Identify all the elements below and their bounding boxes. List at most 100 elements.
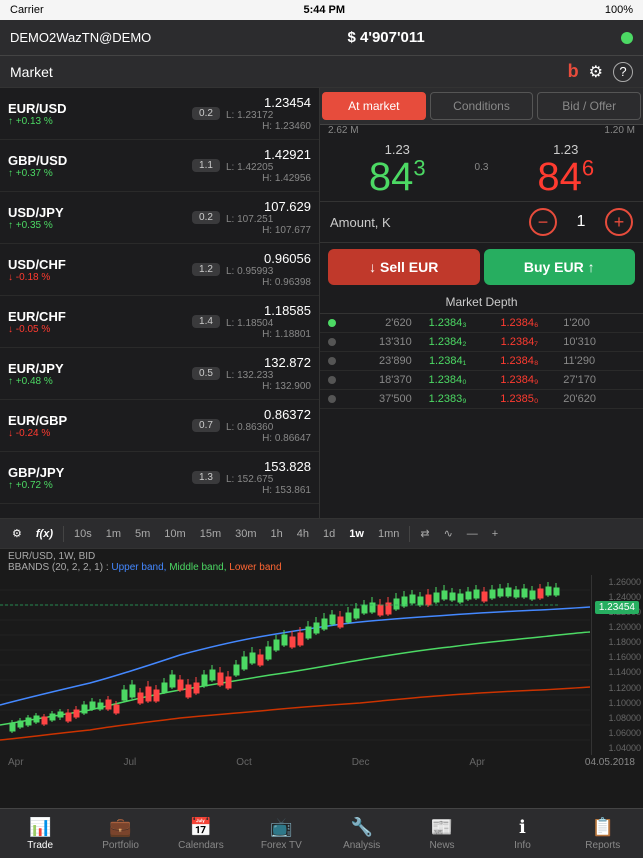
divider1 [63, 526, 64, 542]
spread-badge: 1.4 [192, 315, 220, 328]
main-content: EUR/USD ↑ +0.13 % 0.2 1.23454 L: 1.23172… [0, 88, 643, 518]
timeframe-1d-button[interactable]: 1d [319, 526, 339, 542]
buy-button[interactable]: Buy EUR ↑ [484, 249, 636, 285]
price-label-7: 1.14000 [592, 667, 643, 677]
amount-decrease-button[interactable]: − [529, 208, 557, 236]
tab-at-market[interactable]: At market [322, 92, 426, 120]
nav-item-info[interactable]: ℹ Info [482, 809, 562, 858]
pair-change: ↑ +0.48 % [8, 376, 186, 387]
brand-icon[interactable]: b [568, 61, 579, 82]
status-bar: Carrier 5:44 PM 100% [0, 0, 643, 20]
pair-info: GBP/JPY ↑ +0.72 % [8, 465, 186, 491]
market-item-eurchf[interactable]: EUR/CHF ↓ -0.05 % 1.4 1.18585 L: 1.18504… [0, 296, 319, 348]
nav-item-analysis[interactable]: 🔧 Analysis [322, 809, 402, 858]
timeframe-15m-button[interactable]: 15m [196, 526, 225, 542]
price-main: 132.872 [226, 355, 311, 370]
timeframe-1mn-button[interactable]: 1mn [374, 526, 403, 542]
price-block: 107.629 L: 107.251 H: 107.677 [226, 199, 311, 236]
settings-icon[interactable]: ⚙ [589, 62, 603, 82]
depth-bid: 1.2384₀ [412, 374, 484, 386]
timeframe-1m-button[interactable]: 1m [102, 526, 125, 542]
spread-badge: 1.1 [192, 159, 220, 172]
sell-button[interactable]: ↓ Sell EUR [328, 249, 480, 285]
pair-change: ↑ +0.37 % [8, 168, 186, 179]
timeframe-30m-button[interactable]: 30m [231, 526, 260, 542]
nav-label-news: News [430, 840, 455, 851]
current-price-label: 1.23454 [595, 601, 639, 614]
price-high: H: 153.861 [226, 485, 311, 496]
depth-dot [328, 376, 336, 384]
nav-item-calendars[interactable]: 📅 Calendars [161, 809, 241, 858]
price-block: 1.42921 L: 1.42205 H: 1.42956 [226, 147, 311, 184]
amount-increase-button[interactable]: + [605, 208, 633, 236]
timeframe-1h-button[interactable]: 1h [267, 526, 287, 542]
nav-item-news[interactable]: 📰 News [402, 809, 482, 858]
price-low-high: L: 152.675 [226, 474, 311, 485]
price-label-9: 1.10000 [592, 698, 643, 708]
market-item-usdjpy[interactable]: USD/JPY ↑ +0.35 % 0.2 107.629 L: 107.251… [0, 192, 319, 244]
price-low: L: 152.675 [226, 474, 273, 485]
tab-bid-offer[interactable]: Bid / Offer [537, 92, 641, 120]
price-high: H: 132.900 [226, 381, 311, 392]
price-label-10: 1.08000 [592, 713, 643, 723]
pair-change: ↓ -0.05 % [8, 324, 186, 335]
nav-item-reports[interactable]: 📋 Reports [563, 809, 643, 858]
pair-name: EUR/JPY [8, 361, 186, 376]
depth-vol-left: 37'500 [340, 393, 412, 405]
amount-label: Amount, K [330, 215, 529, 230]
xaxis-date: 04.05.2018 [585, 757, 635, 768]
nav-icon-trade: 📊 [29, 817, 51, 838]
timeframe-4h-button[interactable]: 4h [293, 526, 313, 542]
timeframe-1w-button[interactable]: 1w [345, 526, 368, 542]
chart-zoom-out-button[interactable]: — [463, 526, 482, 542]
market-item-usdchf[interactable]: USD/CHF ↓ -0.18 % 1.2 0.96056 L: 0.95993… [0, 244, 319, 296]
chart-draw-button[interactable]: ∿ [440, 525, 457, 542]
nav-item-trade[interactable]: 📊 Trade [0, 809, 80, 858]
nav-item-forex tv[interactable]: 📺 Forex TV [241, 809, 321, 858]
market-header: Market b ⚙ ? [0, 56, 643, 88]
depth-bid: 1.2384₁ [412, 355, 484, 367]
nav-icon-forex tv: 📺 [270, 817, 292, 838]
chart-compare-button[interactable]: ⇄ [416, 525, 433, 542]
price-main: 1.23454 [226, 95, 311, 110]
price-block: 0.96056 L: 0.95993 H: 0.96398 [226, 251, 311, 288]
market-item-eurusd[interactable]: EUR/USD ↑ +0.13 % 0.2 1.23454 L: 1.23172… [0, 88, 319, 140]
xaxis-apr2: Apr [469, 757, 485, 768]
spread-badge: 1.3 [192, 471, 220, 484]
header: DEMO2WazTN@DEMO $ 4'907'011 [0, 20, 643, 56]
tab-conditions[interactable]: Conditions [430, 92, 534, 120]
chart-settings-button[interactable]: ⚙ [8, 525, 26, 542]
nav-icon-news: 📰 [431, 817, 453, 838]
market-item-gbpusd[interactable]: GBP/USD ↑ +0.37 % 1.1 1.42921 L: 1.42205… [0, 140, 319, 192]
timeframe-5m-button[interactable]: 5m [131, 526, 154, 542]
amount-control: − 1 + [529, 208, 633, 236]
help-icon[interactable]: ? [613, 62, 633, 82]
nav-item-portfolio[interactable]: 💼 Portfolio [80, 809, 160, 858]
timeframe-10m-button[interactable]: 10m [160, 526, 189, 542]
pair-name: EUR/GBP [8, 413, 186, 428]
chart-function-button[interactable]: f(x) [32, 526, 57, 542]
depth-dot [328, 338, 336, 346]
price-low: L: 1.23172 [226, 110, 273, 121]
spread-badge: 0.5 [192, 367, 220, 380]
depth-ask: 1.2384₉ [484, 374, 556, 386]
market-item-gbpjpy[interactable]: GBP/JPY ↑ +0.72 % 1.3 153.828 L: 152.675… [0, 452, 319, 504]
market-item-eurjpy[interactable]: EUR/JPY ↑ +0.48 % 0.5 132.872 L: 132.233… [0, 348, 319, 400]
depth-dot [328, 357, 336, 365]
depth-vol-left: 18'370 [340, 374, 412, 386]
chart-add-button[interactable]: + [488, 526, 502, 542]
depth-ask: 1.2384₇ [484, 336, 556, 348]
market-item-audusd[interactable]: AUD/USD 0.78004 [0, 504, 319, 518]
nav-label-analysis: Analysis [343, 840, 380, 851]
pair-info: EUR/GBP ↓ -0.24 % [8, 413, 186, 439]
nav-icon-calendars: 📅 [190, 817, 212, 838]
chart-svg [0, 575, 590, 755]
pair-info: EUR/USD ↑ +0.13 % [8, 101, 186, 127]
bid-big-price: 843 [328, 157, 467, 197]
timeframe-10s-button[interactable]: 10s [70, 526, 96, 542]
market-item-eurgbp[interactable]: EUR/GBP ↓ -0.24 % 0.7 0.86372 L: 0.86360… [0, 400, 319, 452]
bbands-upper-label: Upper band, [111, 562, 166, 573]
ask-price-block: 1.23 846 [496, 142, 635, 197]
pair-info: USD/CHF ↓ -0.18 % [8, 257, 186, 283]
spread-badge: 0.7 [192, 419, 220, 432]
